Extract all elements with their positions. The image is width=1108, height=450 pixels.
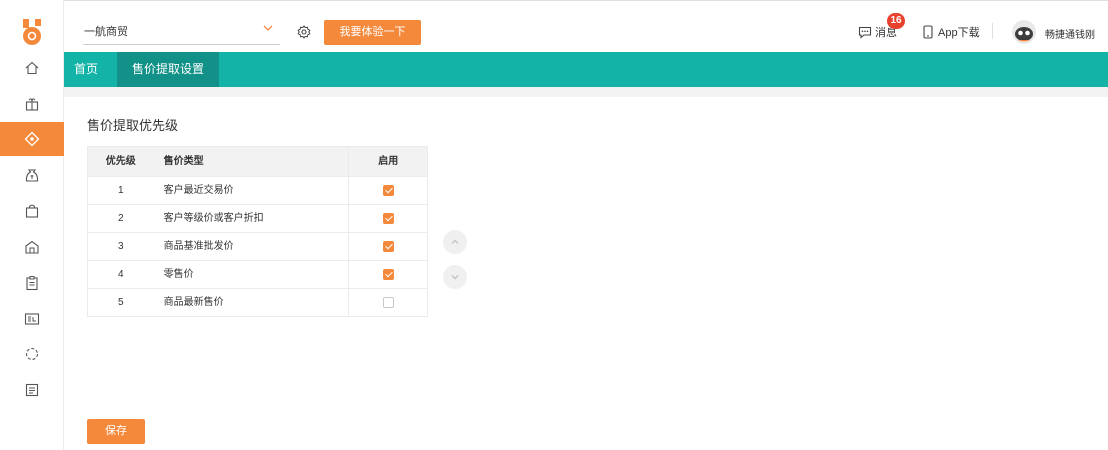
document-icon [25,383,39,397]
tag-icon [24,131,40,147]
header-priority: 优先级 [105,156,136,167]
loading-circle-icon [25,347,39,361]
enabled-checkbox[interactable] [382,269,394,280]
app-download-link[interactable]: App下载 [922,24,980,40]
chevron-down-icon [451,275,459,280]
warehouse-icon [25,240,39,254]
username[interactable]: 畅捷通钱刚 [1045,26,1095,41]
row-priority: 2 [118,213,124,224]
home-icon [25,61,39,75]
tab-bar: 首页 售价提取设置 [64,52,1108,87]
tab-home[interactable]: 首页 [74,52,98,87]
row-enabled-cell [348,261,427,288]
shopping-bag-icon [25,204,39,218]
priority-table: 优先级 售价类型 启用 1 客户最近交易价 2 客户等级价或客户折扣 3 商品基… [87,146,428,317]
enabled-checkbox[interactable] [382,241,394,252]
sidebar-item-clipboard[interactable] [0,266,64,300]
top-header: 一航商贸 我要体验一下 消息 16 App下载 畅捷通钱刚 [64,0,1108,52]
row-price-type: 商品最新售价 [163,297,224,308]
row-priority: 5 [118,297,124,308]
chevron-down-icon [263,25,273,31]
gift-icon [25,98,39,111]
app-download-label: App下载 [938,27,980,39]
row-price-type: 客户等级价或客户折扣 [163,213,264,224]
gear-icon[interactable] [297,25,311,39]
move-up-button[interactable] [443,230,467,254]
avatar-icon [1015,27,1033,42]
try-experience-button[interactable]: 我要体验一下 [324,20,421,45]
avatar[interactable] [1012,20,1036,44]
row-enabled-cell [348,289,427,316]
sidebar-item-report[interactable] [0,302,64,336]
content-top-strip [64,87,1108,97]
row-price-type: 零售价 [163,269,194,280]
table-row[interactable]: 5 商品最新售价 [88,288,427,316]
row-price-type: 客户最近交易价 [163,185,234,196]
sidebar-item-document[interactable] [0,373,64,407]
company-select[interactable]: 一航商贸 [83,19,280,45]
sidebar-item-circle[interactable] [0,337,64,371]
header-enabled: 启用 [348,147,427,176]
report-icon [24,313,40,325]
row-enabled-cell [348,205,427,232]
sidebar-item-home[interactable] [0,51,64,85]
clipboard-icon [26,276,38,291]
table-header: 优先级 售价类型 启用 [88,147,427,176]
row-enabled-cell [348,233,427,260]
message-icon [858,26,872,39]
header-price-type: 售价类型 [163,156,204,167]
enabled-checkbox[interactable] [382,213,394,224]
table-row[interactable]: 1 客户最近交易价 [88,176,427,204]
company-select-value: 一航商贸 [84,26,128,38]
money-bag-icon [25,169,39,182]
table-row[interactable]: 3 商品基准批发价 [88,232,427,260]
row-priority: 4 [118,269,124,280]
sidebar-item-finance[interactable] [0,158,64,192]
sidebar-item-warehouse[interactable] [0,230,64,264]
sidebar-item-tag[interactable] [0,122,64,156]
sidebar [0,0,64,450]
app-logo [23,19,41,45]
enabled-checkbox[interactable] [382,185,394,196]
page-title: 售价提取优先级 [87,118,179,133]
row-price-type: 商品基准批发价 [163,241,234,252]
save-button[interactable]: 保存 [87,419,145,444]
phone-icon [923,25,933,39]
chevron-up-icon [451,239,459,244]
row-priority: 3 [118,241,124,252]
enabled-checkbox[interactable] [382,297,394,308]
move-down-button[interactable] [443,265,467,289]
row-enabled-cell [348,177,427,204]
table-row[interactable]: 4 零售价 [88,260,427,288]
table-row[interactable]: 2 客户等级价或客户折扣 [88,204,427,232]
tab-price-extract-settings[interactable]: 售价提取设置 [117,52,219,87]
messages-badge: 16 [887,13,905,29]
row-priority: 1 [118,185,124,196]
header-divider [992,23,993,39]
sidebar-item-purchase[interactable] [0,194,64,228]
sidebar-item-gift[interactable] [0,87,64,121]
